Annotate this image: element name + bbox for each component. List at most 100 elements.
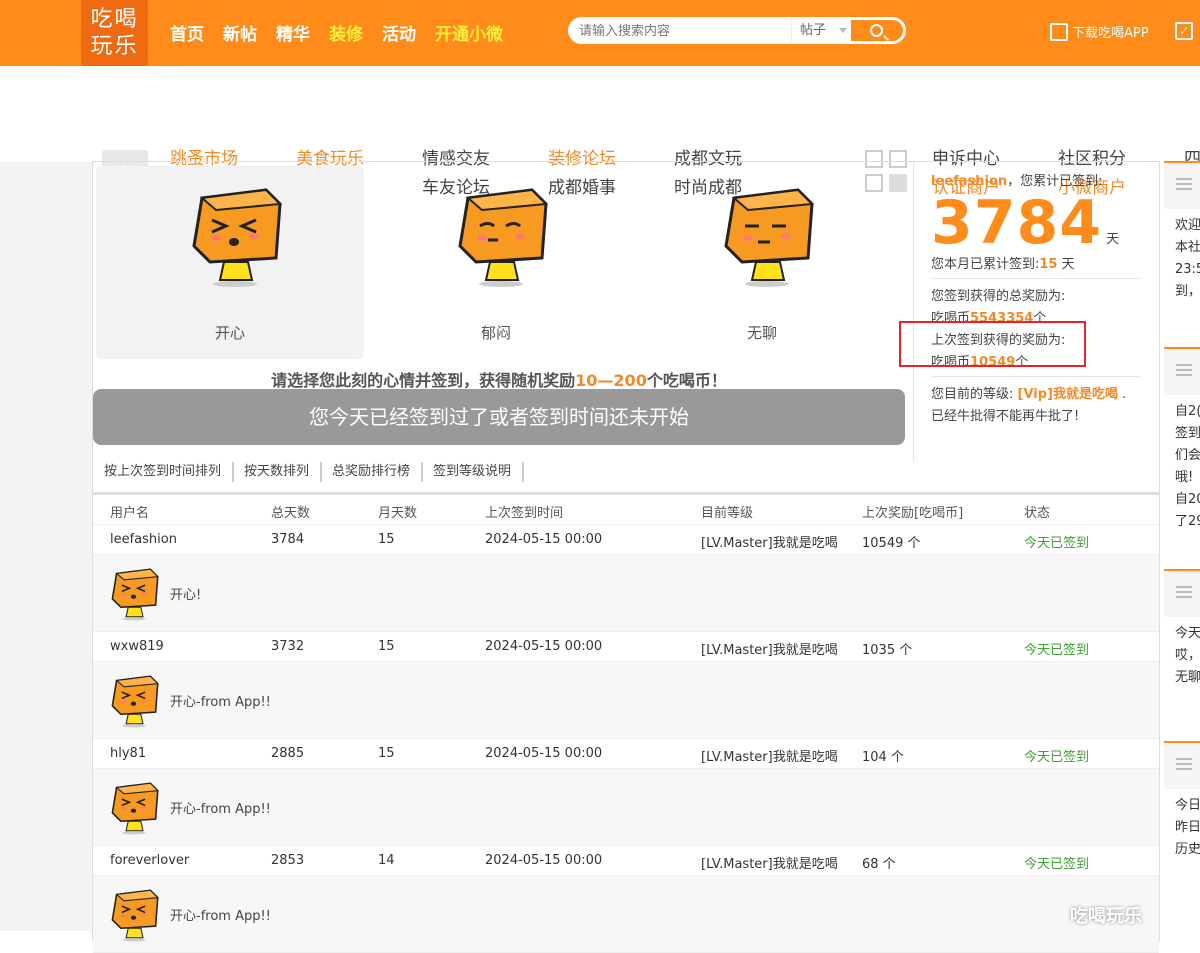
level-link[interactable]: [Vip]我就是吃喝 [1018,387,1118,402]
search-icon [870,24,883,37]
cell-total: 3784 [271,532,305,547]
sidebar-line: 历史 [1175,842,1200,857]
sidebar-box: 自2(签到们会哦! 自20 了29 [1164,347,1200,533]
sidebar-line: 23:5 [1175,262,1200,277]
search-scope-label: 帖子 [800,23,827,38]
comment-text: 开心-from App!! [170,909,271,924]
signin-panel: 开心 郁闷 无聊 请选择您此刻的心情并签到，获得随机奖励10—200个吃喝币！ 您今… [92,161,1160,953]
column-header: 上次奖励[吃喝币] [862,506,964,521]
cell-total: 2853 [271,853,305,868]
nav-item-0[interactable]: 首页 [170,20,204,45]
checkin-icon[interactable]: ✓ [1175,22,1193,40]
mood-option-1[interactable]: 郁闷 [362,166,630,359]
sort-link-3[interactable]: 签到等级说明 [433,462,525,482]
signin-button[interactable]: 您今天已经签到过了或者签到时间还未开始 [93,389,905,445]
highlight-box [899,321,1086,367]
comment-text: 开心-from App!! [170,695,271,710]
cell-time: 2024-05-15 00:00 [485,746,603,761]
username-link[interactable]: leefashion [931,174,1007,189]
main-nav: 首页 新帖 精华 装修 活动 开通小微 [170,20,503,45]
search-input[interactable] [579,22,789,40]
cell-month: 14 [378,853,395,868]
mood-option-0[interactable]: 开心 [96,166,364,359]
search-button[interactable] [849,18,905,43]
sidebar-line: 到， [1175,284,1200,299]
comment-row: 开心-from App!! [93,769,1159,846]
divider [931,278,1141,279]
table-row: foreverlover 2853 14 2024-05-15 00:00 [LV.Ma… [93,846,1159,876]
sort-link-1[interactable]: 按天数排列 [244,462,323,482]
comment-text: 开心! [170,588,202,603]
comment-row: 开心! [93,555,1159,632]
nav-item-2[interactable]: 精华 [276,20,310,45]
signin-prompt: 请选择您此刻的心情并签到，获得随机奖励10—200个吃喝币！ [93,367,905,391]
cell-time: 2024-05-15 00:00 [485,639,603,654]
sidebar-line: 欢迎 [1175,218,1200,233]
cell-total: 3732 [271,639,305,654]
column-header: 总天数 [271,506,311,521]
nav-item-3[interactable]: 装修 [329,20,363,45]
reward-total-label: 您签到获得的总奖励为: [931,289,1066,304]
mascot-face-icon [105,563,163,623]
search-scope-select[interactable]: 帖子 [791,18,851,43]
watermark: 吃喝玩乐 [1070,906,1142,927]
nav-item-5[interactable]: 开通小微 [435,20,503,45]
column-header: 用户名 [110,506,150,521]
left-gutter [0,66,92,931]
sort-link-2[interactable]: 总奖励排行榜 [332,462,424,482]
month-label: 您本月已累计签到: [931,257,1040,272]
cell-level: [LV.Master]我就是吃喝 [701,643,838,658]
comment-row: 开心-from App!! [93,662,1159,739]
sidebar-line: 哎， [1175,648,1200,663]
sidebar-box-header [1164,571,1200,617]
cell-status: 今天已签到 [1024,750,1090,765]
sidebar-box: 欢迎本社 23:5 到， [1164,161,1200,303]
cell-month: 15 [378,639,395,654]
prompt-suffix: 个吃喝币！ [646,371,727,390]
signin-table: 用户名 总天数 月天数 上次签到时间 目前等级 上次奖励[吃喝币] 状态 leefashion… [93,492,1159,953]
total-label: ，您累计已签到: [1007,174,1103,189]
sort-link-0[interactable]: 按上次签到时间排列 [104,462,235,482]
right-sidebar: 欢迎本社 23:5 到， 自2(签到们会哦! 自20 了29 今天哎， 无聊今日昨日历史 [1164,161,1200,931]
cell-time: 2024-05-15 00:00 [485,853,603,868]
cell-level: [LV.Master]我就是吃喝 [701,536,838,551]
total-days: 3784 [931,188,1102,258]
sidebar-line: 签到 [1175,426,1200,441]
sidebar-line: 了29 [1175,514,1200,529]
cell-user[interactable]: wxw819 [110,639,164,654]
month-unit: 天 [1057,257,1075,272]
nav-item-4[interactable]: 活动 [382,20,416,45]
comment-row: 开心-from App!! [93,876,1159,953]
list-icon [1176,591,1192,593]
cell-month: 15 [378,746,395,761]
sidebar-line: 们会 [1175,448,1200,463]
nav-item-1[interactable]: 新帖 [223,20,257,45]
cell-level: [LV.Master]我就是吃喝 [701,750,838,765]
search-bar: 帖子 [568,17,906,44]
list-icon [1176,183,1192,185]
cell-user[interactable]: hly81 [110,746,146,761]
cell-status: 今天已签到 [1024,536,1090,551]
mood-label: 无聊 [746,324,777,342]
mood-label: 开心 [214,324,245,342]
download-app-link[interactable]: 下载吃喝APP [1050,22,1149,41]
category-bar: ••• 跳蚤市场美食玩乐情感交友装修论坛成都文玩成都杂谈旅游自驾车友论坛成都婚事… [0,66,1200,198]
column-header: 月天数 [378,506,418,521]
top-header: 吃喝玩乐 首页新帖精华装修活动开通小微 帖子 下载吃喝APP ✓ [0,0,1200,66]
cell-status: 今天已签到 [1024,643,1090,658]
sidebar-line: 本社 [1175,240,1200,255]
cell-status: 今天已签到 [1024,857,1090,872]
level-note: 已经牛批得不能再牛批了! [931,409,1080,424]
level-tail: . [1118,387,1127,402]
mascot-face-icon [105,670,163,730]
sidebar-line: 自20 [1175,492,1200,507]
day-unit: 天 [1106,232,1120,247]
cell-user[interactable]: foreverlover [110,853,189,868]
column-header: 上次签到时间 [485,506,564,521]
table-row: hly81 2885 15 2024-05-15 00:00 [LV.Master]我就… [93,739,1159,769]
level-label: 您目前的等级: [931,387,1018,402]
site-logo[interactable]: 吃喝玩乐 [81,0,148,66]
cell-user[interactable]: leefashion [110,532,177,547]
mood-option-2[interactable]: 无聊 [628,166,896,359]
sidebar-box-header [1164,349,1200,395]
